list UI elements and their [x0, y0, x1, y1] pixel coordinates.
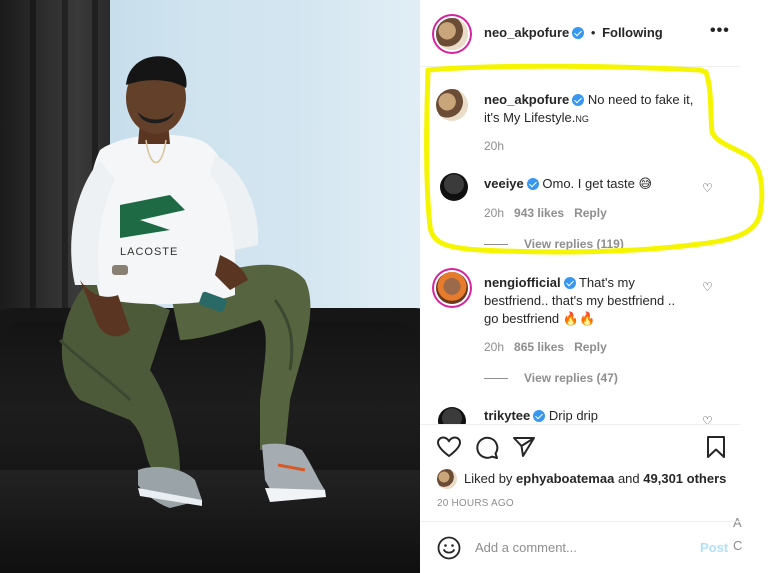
view-replies-label: View replies (119) — [524, 237, 624, 251]
commenter-username[interactable]: trikytee — [484, 408, 530, 423]
commenter-username[interactable]: veeiye — [484, 176, 524, 191]
comment-text-line2: bestfriend.. that's my bestfriend .. — [484, 293, 676, 308]
comment-bubble-icon[interactable] — [475, 436, 499, 460]
seated-man-figure: LACOSTE — [58, 56, 326, 508]
comment-time[interactable]: 20h — [484, 206, 504, 220]
comment: trikytee Drip drip — [484, 407, 694, 424]
composer-divider — [420, 521, 740, 522]
commenter-avatar[interactable] — [440, 173, 468, 201]
likes-summary: Liked by ephyaboatemaa and 49,301 others — [464, 471, 726, 486]
verified-badge-icon — [533, 410, 546, 422]
caption-text-suffix: NG — [575, 114, 589, 124]
verified-badge-icon — [572, 94, 585, 106]
verified-badge-icon — [526, 178, 539, 190]
svg-text:LACOSTE: LACOSTE — [120, 246, 178, 258]
like-comment-heart-icon[interactable]: ♡ — [702, 280, 713, 294]
comment-time[interactable]: 20h — [484, 340, 504, 354]
comment-likes[interactable]: 943 likes — [514, 206, 564, 220]
comment-text-line3: go bestfriend 🔥🔥 — [484, 311, 596, 326]
emoji-smiley-icon[interactable] — [437, 536, 461, 560]
commenter-avatar[interactable] — [436, 272, 468, 304]
view-replies-button[interactable]: View replies (119) — [484, 237, 624, 251]
liker-username[interactable]: ephyaboatemaa — [516, 471, 614, 486]
share-paper-plane-icon[interactable] — [512, 435, 536, 459]
like-heart-icon[interactable] — [437, 436, 461, 458]
following-button[interactable]: Following — [602, 25, 663, 40]
replies-line — [484, 243, 508, 245]
commenter-avatar[interactable] — [438, 407, 466, 424]
comment-text: Drip drip — [548, 408, 598, 423]
comment-meta: 20h 865 likes Reply — [484, 340, 607, 354]
add-comment-input[interactable]: Add a comment... — [475, 540, 577, 555]
comment-reply-button[interactable]: Reply — [574, 340, 607, 354]
view-replies-button[interactable]: View replies (47) — [484, 371, 618, 385]
verified-badge-icon — [563, 277, 576, 289]
liker-avatar[interactable] — [437, 469, 457, 489]
view-replies-label: View replies (47) — [524, 371, 618, 385]
more-options-icon[interactable]: ••• — [710, 22, 730, 40]
comment-text-line1: That's my — [578, 275, 635, 290]
verified-badge-icon — [572, 27, 585, 39]
post-timestamp[interactable]: 20 HOURS AGO — [437, 498, 514, 509]
caption-text-line2: it's My Lifestyle. — [484, 110, 576, 125]
like-comment-heart-icon[interactable]: ♡ — [702, 414, 713, 424]
comment-meta: 20h 943 likes Reply — [484, 206, 607, 220]
save-bookmark-icon[interactable] — [706, 435, 726, 459]
comment-text: Omo. I get taste 😅 — [542, 176, 653, 191]
liked-by-prefix: Liked by — [464, 471, 513, 486]
post-photo[interactable]: LACOSTE — [0, 0, 420, 573]
commenter-username[interactable]: nengiofficial — [484, 275, 561, 290]
post-comment-button[interactable]: Post — [700, 540, 728, 555]
replies-line — [484, 377, 508, 379]
caption-text-line1: No need to fake it, — [587, 92, 694, 107]
comment-reply-button[interactable]: Reply — [574, 206, 607, 220]
header-row: neo_akpofure • Following — [484, 25, 663, 41]
author-avatar[interactable] — [436, 18, 468, 50]
liked-joiner: and — [617, 471, 640, 486]
edge-glyph: A — [733, 515, 742, 530]
caption-avatar[interactable] — [436, 89, 468, 121]
comment: nengiofficial That's my bestfriend.. tha… — [484, 274, 694, 328]
author-username[interactable]: neo_akpofure — [484, 25, 569, 40]
comment: veeiye Omo. I get taste 😅 — [484, 175, 694, 193]
caption-time[interactable]: 20h — [484, 139, 504, 153]
header-divider — [420, 66, 740, 67]
likes-others-link[interactable]: 49,301 others — [643, 471, 726, 486]
clipped-comment: trikytee Drip drip ♡ — [420, 400, 740, 424]
caption-username[interactable]: neo_akpofure — [484, 92, 569, 107]
like-comment-heart-icon[interactable]: ♡ — [702, 181, 713, 195]
comments-divider — [420, 424, 740, 425]
edge-glyph: C — [733, 538, 743, 553]
caption: neo_akpofure No need to fake it, it's My… — [484, 91, 724, 128]
dot-separator: • — [590, 25, 596, 40]
comment-likes[interactable]: 865 likes — [514, 340, 564, 354]
